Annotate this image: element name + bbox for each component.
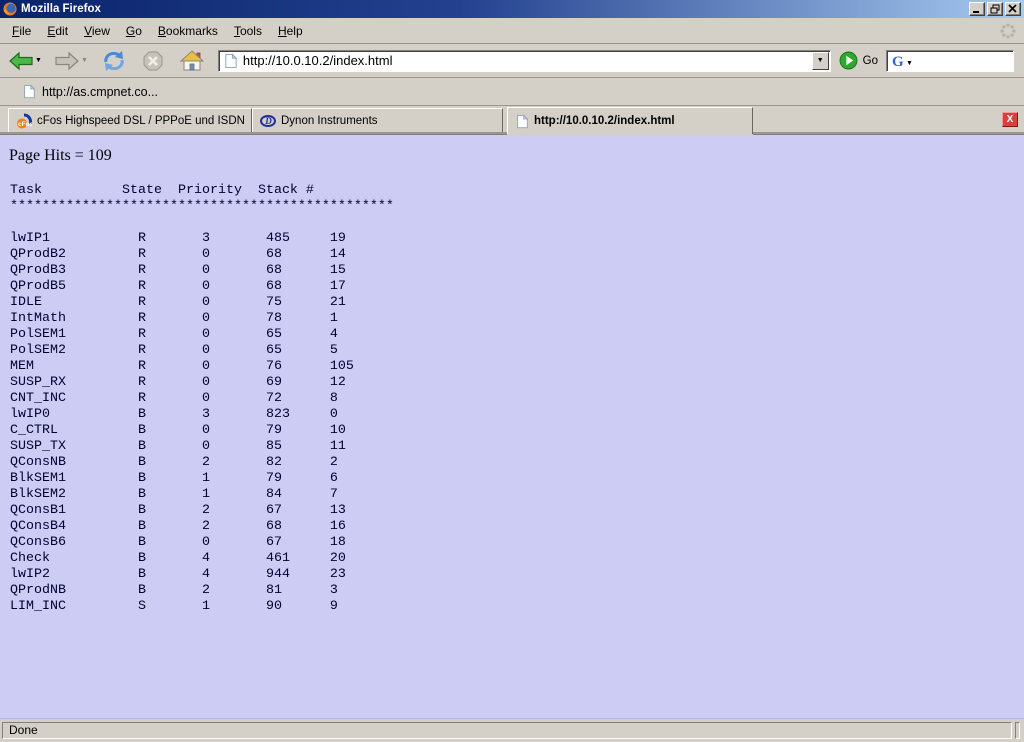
restore-button[interactable] <box>987 2 1003 16</box>
bookmarks-toolbar: http://as.cmpnet.co... <box>0 78 1024 106</box>
home-button[interactable] <box>178 48 206 73</box>
menu-tools[interactable]: Tools <box>226 21 270 41</box>
close-button[interactable] <box>1005 2 1021 16</box>
tab-dynon[interactable]: D Dynon Instruments <box>252 108 503 132</box>
browser-content: Page Hits = 109 Task State Priority Stac… <box>0 134 1024 718</box>
go-button[interactable]: Go <box>863 55 878 67</box>
menu-view[interactable]: View <box>76 21 118 41</box>
throbber-icon <box>1000 23 1016 39</box>
status-bar: Done <box>0 718 1024 742</box>
page-icon <box>223 53 238 69</box>
svg-text:G: G <box>892 54 904 69</box>
bookmark-item[interactable]: http://as.cmpnet.co... <box>42 85 158 99</box>
tab-label[interactable]: http://10.0.10.2/index.html <box>534 115 675 127</box>
forward-dropdown-icon[interactable]: ▼ <box>81 57 88 64</box>
stop-button[interactable] <box>140 48 166 74</box>
status-resize-grip[interactable] <box>1015 722 1020 739</box>
tab-cfos[interactable]: cFos cFos Highspeed DSL / PPPoE und ISDN… <box>8 108 252 132</box>
cfos-icon: cFos <box>16 113 32 129</box>
search-engine-dropdown-icon[interactable]: ▼ <box>906 60 913 67</box>
home-icon <box>180 50 204 71</box>
menu-go[interactable]: Go <box>118 21 150 41</box>
page-icon <box>515 114 529 129</box>
svg-text:D: D <box>264 116 272 126</box>
url-input[interactable]: http://10.0.10.2/index.html ▼ <box>218 50 831 72</box>
reload-button[interactable] <box>100 48 128 74</box>
svg-text:cFos: cFos <box>18 121 32 128</box>
tab-index-html-active[interactable]: http://10.0.10.2/index.html <box>507 107 753 134</box>
title-bar: Mozilla Firefox <box>0 0 1024 18</box>
page-hits-text: Page Hits = 109 <box>0 135 1024 165</box>
menu-bookmarks[interactable]: Bookmarks <box>150 21 226 41</box>
reload-icon <box>102 50 126 72</box>
stop-icon <box>142 50 164 72</box>
close-tab-button[interactable]: X <box>1002 112 1018 127</box>
go-icon[interactable] <box>839 51 858 70</box>
tab-label[interactable]: Dynon Instruments <box>281 115 378 127</box>
tab-label[interactable]: cFos Highspeed DSL / PPPoE und ISDN CAP.… <box>37 115 244 127</box>
google-logo-icon[interactable]: G ▼ <box>891 52 913 69</box>
url-dropdown-button[interactable]: ▼ <box>812 52 829 70</box>
back-arrow-icon <box>8 51 34 71</box>
menu-help[interactable]: Help <box>270 21 311 41</box>
forward-button[interactable]: ▼ <box>52 49 90 73</box>
back-button[interactable]: ▼ <box>6 49 44 73</box>
dynon-icon: D <box>260 113 276 129</box>
search-input[interactable]: G ▼ <box>886 50 1014 72</box>
forward-arrow-icon <box>54 51 80 71</box>
minimize-button[interactable] <box>969 2 985 16</box>
url-text[interactable]: http://10.0.10.2/index.html <box>243 53 807 68</box>
task-table-pre: Task State Priority Stack # ************… <box>0 183 1024 615</box>
menu-file[interactable]: File <box>4 21 39 41</box>
back-dropdown-icon[interactable]: ▼ <box>35 57 42 64</box>
status-text: Done <box>2 722 1012 739</box>
tab-bar: cFos cFos Highspeed DSL / PPPoE und ISDN… <box>0 106 1024 134</box>
bookmark-page-icon <box>22 84 36 99</box>
window-title: Mozilla Firefox <box>21 0 101 18</box>
firefox-logo-icon <box>3 2 17 16</box>
menu-edit[interactable]: Edit <box>39 21 76 41</box>
menu-bar: File Edit View Go Bookmarks Tools Help <box>0 18 1024 44</box>
navigation-toolbar: ▼ ▼ <box>0 44 1024 78</box>
